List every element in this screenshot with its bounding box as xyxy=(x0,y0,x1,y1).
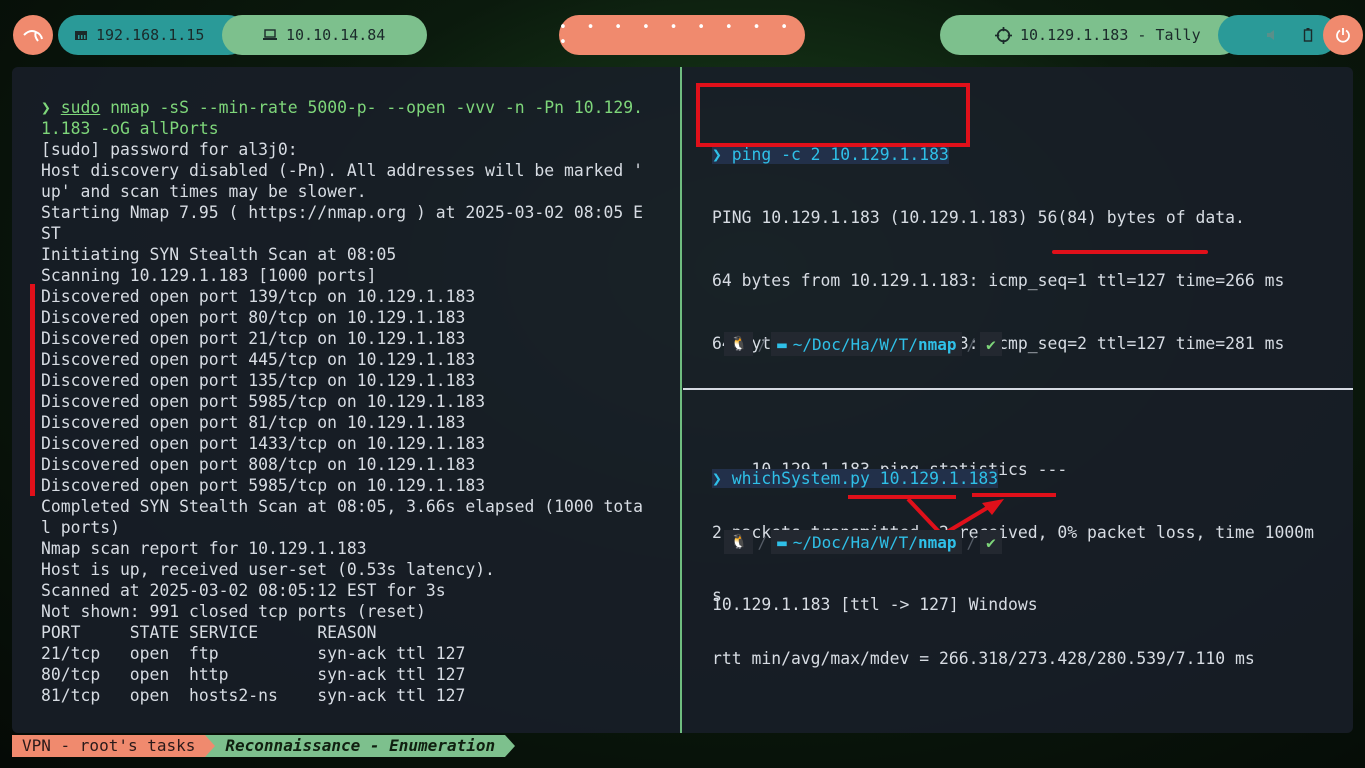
packet-loss-underline xyxy=(1052,250,1208,254)
nmap-output-line: up' and scan times may be slower. xyxy=(41,182,367,201)
battery-icon[interactable] xyxy=(1303,28,1313,42)
nmap-output-line: 80/tcp open http syn-ack ttl 127 xyxy=(41,665,466,684)
success-check-icon: ✔ xyxy=(980,332,1002,356)
nmap-output-line: Discovered open port 81/tcp on 10.129.1.… xyxy=(41,413,466,432)
menu-button[interactable] xyxy=(13,15,53,55)
shell-prompt: 🐧 / ▬ ~/Doc/Ha/W/T/ nmap / ✔ xyxy=(724,332,1002,356)
nmap-output-line: Initiating SYN Stealth Scan at 08:05 xyxy=(41,245,397,264)
ping-output-line: PING 10.129.1.183 (10.129.1.183) 56(84) … xyxy=(712,208,1245,227)
terminal-window[interactable]: ❯ sudo nmap -sS --min-rate 5000-p- --ope… xyxy=(12,67,1353,733)
window-tab-active[interactable]: Reconnaissance - Enumeration xyxy=(215,735,506,757)
crosshair-icon xyxy=(995,26,1012,44)
laptop-icon xyxy=(263,29,277,40)
nmap-output-line: l ports) xyxy=(41,518,120,537)
prompt-path: ~/Doc/Ha/W/T/ xyxy=(792,532,918,552)
nmap-output-line: Scanning 10.129.1.183 [1000 ports] xyxy=(41,266,377,285)
workspace-dots[interactable]: • • • • • • • • • • xyxy=(559,20,805,50)
prompt-path: ~/Doc/Ha/W/T/ xyxy=(792,334,918,354)
ping-command-highlight-box xyxy=(696,83,970,147)
nmap-output-line: Discovered open port 808/tcp on 10.129.1… xyxy=(41,455,476,474)
nmap-output-line: Scanned at 2025-03-02 08:05:12 EST for 3… xyxy=(41,581,446,600)
folder-icon: ▬ xyxy=(771,332,793,356)
whichsystem-command: ❯ whichSystem.py 10.129.1.183 xyxy=(712,469,999,488)
open-ports-highlight-bar xyxy=(30,284,35,496)
system-tray xyxy=(1218,15,1338,55)
folder-icon: ▬ xyxy=(771,530,793,554)
nmap-output-line: Completed SYN Stealth Scan at 08:05, 3.6… xyxy=(41,497,643,516)
nmap-output-line: Discovered open port 80/tcp on 10.129.1.… xyxy=(41,308,466,327)
prompt-arrow: ❯ xyxy=(41,98,61,117)
nmap-output-line: Discovered open port 139/tcp on 10.129.1… xyxy=(41,287,476,306)
nmap-output-line: ❯ sudo nmap -sS --min-rate 5000-p- --ope… xyxy=(41,97,643,118)
vpn-ip-label: 10.10.14.84 xyxy=(286,26,386,44)
whichsystem-output: 10.129.1.183 [ttl -> 127] Windows xyxy=(712,595,1038,614)
volume-muted-icon[interactable] xyxy=(1266,28,1280,42)
left-pane-output[interactable]: ❯ sudo nmap -sS --min-rate 5000-p- --ope… xyxy=(41,97,643,706)
prompt-dir: nmap xyxy=(917,532,957,552)
nmap-output-line: Discovered open port 5985/tcp on 10.129.… xyxy=(41,476,486,495)
nmap-output-line: 1.183 -oG allPorts xyxy=(41,119,219,138)
nmap-output-line: Host is up, received user-set (0.53s lat… xyxy=(41,560,495,579)
success-check-icon: ✔ xyxy=(980,530,1002,554)
shell-prompt: 🐧 / ▬ ~/Doc/Ha/W/T/ nmap / ✔ xyxy=(724,530,1002,554)
vertical-pane-divider[interactable] xyxy=(680,67,682,733)
ethernet-icon xyxy=(75,31,87,40)
nmap-output-line: PORT STATE SERVICE REASON xyxy=(41,623,377,642)
power-icon xyxy=(1336,28,1350,43)
workspaces-widget[interactable]: • • • • • • • • • • xyxy=(559,15,805,55)
nmap-output-line: 81/tcp open hosts2-ns syn-ack ttl 127 xyxy=(41,686,466,705)
nmap-output-line: Discovered open port 21/tcp on 10.129.1.… xyxy=(41,329,466,348)
ping-command: ❯ ping -c 2 10.129.1.183 xyxy=(712,145,949,164)
nmap-output-line: Discovered open port 1433/tcp on 10.129.… xyxy=(41,434,486,453)
local-ip-label: 192.168.1.15 xyxy=(96,26,205,44)
linux-penguin-icon: 🐧 xyxy=(724,530,754,554)
kali-dragon-icon xyxy=(23,30,43,42)
local-ip-widget[interactable]: 192.168.1.15 xyxy=(58,15,248,55)
nmap-output-line: Nmap scan report for 10.129.1.183 xyxy=(41,539,367,558)
power-button[interactable] xyxy=(1323,15,1363,55)
vpn-ip-widget[interactable]: 10.10.14.84 xyxy=(222,15,427,55)
ping-output-line xyxy=(712,396,1314,417)
tmux-status-bar: VPN - root's tasks Reconnaissance - Enum… xyxy=(12,735,516,757)
prompt-dir: nmap xyxy=(917,334,957,354)
ping-output-line: 64 bytes from 10.129.1.183: icmp_seq=1 t… xyxy=(712,271,1285,290)
linux-penguin-icon: 🐧 xyxy=(724,332,754,356)
nmap-command: nmap -sS --min-rate 5000-p- --open -vvv … xyxy=(100,98,643,117)
target-label: 10.129.1.183 - Tally xyxy=(1020,26,1201,44)
nmap-output-line: 21/tcp open ftp syn-ack ttl 127 xyxy=(41,644,466,663)
nmap-output-line: [sudo] password for al3j0: xyxy=(41,140,298,159)
nmap-output-line: Discovered open port 445/tcp on 10.129.1… xyxy=(41,350,476,369)
session-tab[interactable]: VPN - root's tasks xyxy=(12,735,206,757)
target-widget[interactable]: 10.129.1.183 - Tally xyxy=(940,15,1240,55)
nmap-output-line: Not shown: 991 closed tcp ports (reset) xyxy=(41,602,426,621)
nmap-output-line: Discovered open port 5985/tcp on 10.129.… xyxy=(41,392,486,411)
nmap-output-line: Host discovery disabled (-Pn). All addre… xyxy=(41,161,643,180)
nmap-output-line: Discovered open port 135/tcp on 10.129.1… xyxy=(41,371,476,390)
sudo-keyword: sudo xyxy=(60,98,101,117)
nmap-output-line: Starting Nmap 7.95 ( https://nmap.org ) … xyxy=(41,203,643,222)
nmap-output-line: ST xyxy=(41,224,61,243)
